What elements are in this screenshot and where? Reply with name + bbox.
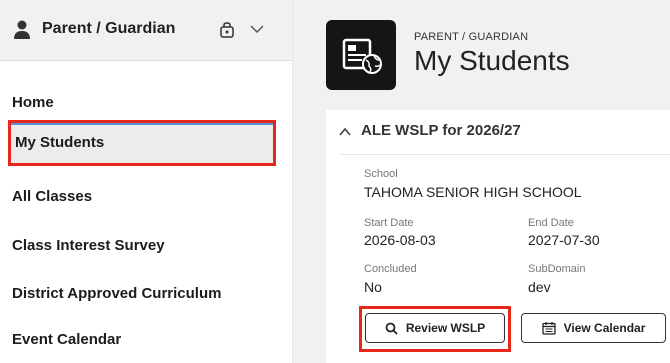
page-subtitle: PARENT / GUARDIAN xyxy=(414,31,529,43)
subdomain-label: SubDomain xyxy=(528,263,586,275)
sidebar-item-district-approved-curriculum[interactable]: District Approved Curriculum xyxy=(0,271,292,317)
person-icon xyxy=(14,20,30,39)
school-value: TAHOMA SENIOR HIGH SCHOOL xyxy=(364,184,582,200)
sidebar: Parent / Guardian Home My Students All C… xyxy=(0,0,292,363)
chevron-down-icon[interactable] xyxy=(250,24,264,34)
start-date-label: Start Date xyxy=(364,217,414,229)
end-date-label: End Date xyxy=(528,217,574,229)
student-id-globe-icon xyxy=(326,20,396,90)
program-title[interactable]: ALE WSLP for 2026/27 xyxy=(361,122,521,139)
program-card: ALE WSLP for 2026/27 School TAHOMA SENIO… xyxy=(326,110,670,363)
role-selector[interactable]: Parent / Guardian xyxy=(0,0,292,61)
sidebar-item-class-interest-survey[interactable]: Class Interest Survey xyxy=(0,223,292,269)
concluded-value: No xyxy=(364,279,382,295)
sidebar-item-event-calendar[interactable]: Event Calendar xyxy=(0,317,292,363)
role-label: Parent / Guardian xyxy=(42,20,176,37)
review-wslp-label: Review WSLP xyxy=(405,321,486,335)
sidebar-item-all-classes[interactable]: All Classes xyxy=(0,174,292,220)
view-calendar-button[interactable]: View Calendar xyxy=(521,313,666,343)
page-title: My Students xyxy=(414,45,570,76)
search-icon xyxy=(385,322,398,335)
sidebar-divider xyxy=(292,0,293,363)
end-date-value: 2027-07-30 xyxy=(528,232,600,248)
school-label: School xyxy=(364,168,398,180)
start-date-value: 2026-08-03 xyxy=(364,232,436,248)
card-divider xyxy=(340,154,670,155)
subdomain-value: dev xyxy=(528,279,551,295)
concluded-label: Concluded xyxy=(364,263,417,275)
sidebar-item-my-students[interactable]: My Students xyxy=(8,120,276,166)
school-bag-icon[interactable] xyxy=(218,21,236,39)
review-wslp-button[interactable]: Review WSLP xyxy=(365,313,505,343)
calendar-icon xyxy=(541,322,556,335)
view-calendar-label: View Calendar xyxy=(563,321,646,335)
chevron-up-icon[interactable] xyxy=(339,127,351,136)
